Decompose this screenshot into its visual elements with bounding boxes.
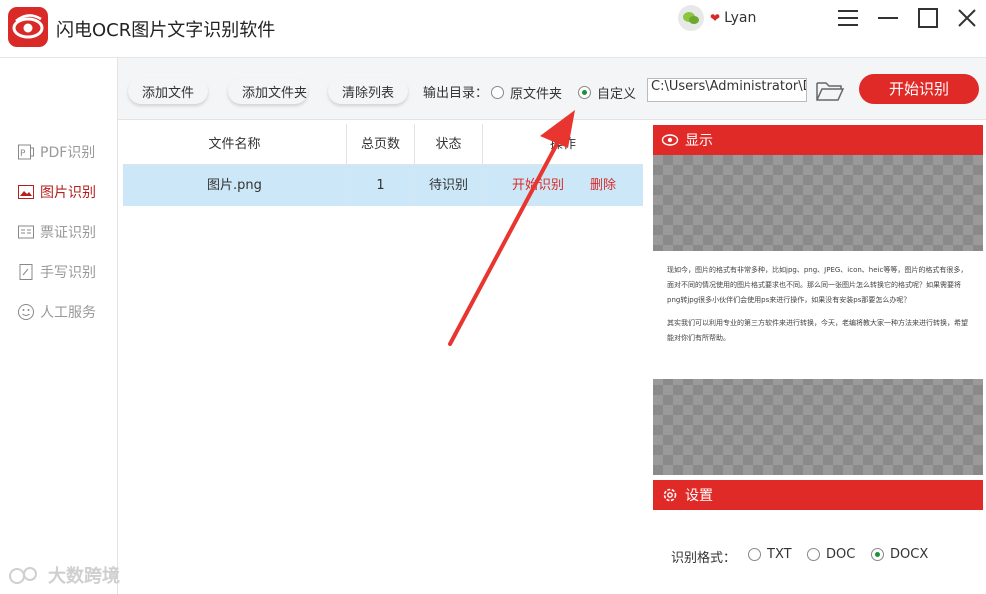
column-header-action: 操作	[549, 137, 576, 152]
table-header: 文件名称 总页数 状态 操作	[123, 124, 643, 165]
column-header-pages: 总页数	[347, 124, 415, 165]
add-file-button[interactable]: 添加文件	[128, 78, 208, 104]
app-title: 闪电OCR图片文字识别软件	[56, 20, 276, 41]
column-header-status: 状态	[415, 124, 483, 165]
start-recognition-link[interactable]: 开始识别	[512, 165, 564, 206]
radio-dot-selected	[871, 548, 884, 561]
close-icon[interactable]	[955, 6, 979, 30]
output-dir-label: 输出目录：	[423, 86, 489, 101]
user-account[interactable]: ❤ Lyan	[678, 5, 756, 31]
sidebar-item-label: 图片识别	[40, 185, 96, 201]
cell-status: 待识别	[415, 165, 483, 206]
output-path-input[interactable]: C:\Users\Administrator\De	[647, 78, 807, 102]
sidebar-item-handwrite[interactable]: 手写识别	[17, 261, 96, 283]
watermark-text: 大数跨境	[48, 566, 120, 587]
add-folder-button[interactable]: 添加文件夹	[228, 78, 308, 104]
sidebar-item-label: PDF识别	[40, 145, 96, 161]
radio-format-txt[interactable]: TXT	[748, 547, 792, 562]
clear-list-button[interactable]: 清除列表	[328, 78, 408, 104]
cell-file-name: 图片.png	[123, 165, 347, 206]
radio-format-docx[interactable]: DOCX	[871, 547, 928, 562]
folder-open-icon[interactable]	[815, 79, 845, 103]
smile-icon	[17, 303, 35, 321]
radio-dot	[748, 548, 761, 561]
table-row[interactable]: 图片.png 1 待识别 开始识别 删除	[123, 165, 643, 206]
radio-dot-selected	[578, 86, 591, 99]
toolbar: 添加文件 添加文件夹 清除列表 输出目录： 原文件夹 自定义 C:\Users\…	[118, 58, 986, 120]
app-logo-icon	[8, 7, 48, 47]
radio-custom-folder[interactable]: 自定义	[578, 83, 636, 102]
cell-pages: 1	[347, 165, 415, 206]
settings-title: 设置	[685, 488, 713, 504]
wechat-icon	[678, 5, 704, 31]
sidebar-item-card[interactable]: 票证识别	[17, 221, 96, 243]
watermark: 大数跨境	[8, 562, 120, 588]
image-preview: 现如今，图片的格式有非常多种，比如jpg、png、JPEG、icon、heic等…	[653, 155, 983, 475]
image-icon	[17, 183, 35, 201]
eye-icon	[661, 131, 679, 149]
delete-link[interactable]: 删除	[590, 165, 616, 206]
maximize-icon[interactable]	[916, 6, 940, 30]
settings-header: 设置	[653, 480, 983, 510]
radio-label: DOCX	[890, 547, 929, 562]
start-recognition-button[interactable]: 开始识别	[859, 74, 979, 104]
radio-label: TXT	[767, 547, 792, 562]
radio-label: DOC	[826, 547, 856, 562]
user-name: Lyan	[724, 10, 757, 26]
preview-title: 显示	[685, 133, 713, 149]
handwrite-icon	[17, 263, 35, 281]
watermark-logo-icon	[9, 567, 37, 584]
column-header-name: 文件名称	[123, 124, 347, 165]
sidebar-item-label: 票证识别	[40, 225, 96, 241]
radio-original-folder[interactable]: 原文件夹	[491, 83, 562, 102]
sidebar: P PDF识别 图片识别 票证识别 手写识别 人工服务	[0, 58, 118, 594]
gear-icon	[661, 486, 679, 504]
title-bar: 闪电OCR图片文字识别软件 ❤ Lyan	[0, 0, 986, 58]
sidebar-item-label: 人工服务	[40, 305, 96, 321]
settings-panel: 识别格式： TXT DOC DOCX	[653, 510, 983, 594]
menu-icon[interactable]	[836, 6, 860, 30]
sidebar-item-service[interactable]: 人工服务	[17, 301, 96, 323]
radio-label: 自定义	[597, 87, 637, 102]
preview-document: 现如今，图片的格式有非常多种，比如jpg、png、JPEG、icon、heic等…	[653, 251, 983, 379]
radio-label: 原文件夹	[510, 87, 563, 102]
minimize-icon[interactable]	[876, 6, 900, 30]
radio-format-doc[interactable]: DOC	[807, 547, 855, 562]
sidebar-item-pdf[interactable]: P PDF识别	[17, 141, 95, 163]
format-label: 识别格式：	[671, 551, 737, 566]
radio-dot	[807, 548, 820, 561]
vip-icon: ❤	[710, 11, 721, 25]
sidebar-item-label: 手写识别	[40, 265, 96, 281]
preview-paragraph: 现如今，图片的格式有非常多种，比如jpg、png、JPEG、icon、heic等…	[667, 266, 968, 304]
card-icon	[17, 223, 35, 241]
radio-dot	[491, 86, 504, 99]
pdf-icon: P	[17, 143, 35, 161]
sidebar-item-image[interactable]: 图片识别	[17, 181, 96, 203]
svg-text:P: P	[20, 149, 26, 159]
preview-paragraph: 其实我们可以利用专业的第三方软件来进行转换，今天，老编将教大家一种方法来进行转换…	[667, 319, 968, 342]
preview-header: 显示	[653, 125, 983, 155]
